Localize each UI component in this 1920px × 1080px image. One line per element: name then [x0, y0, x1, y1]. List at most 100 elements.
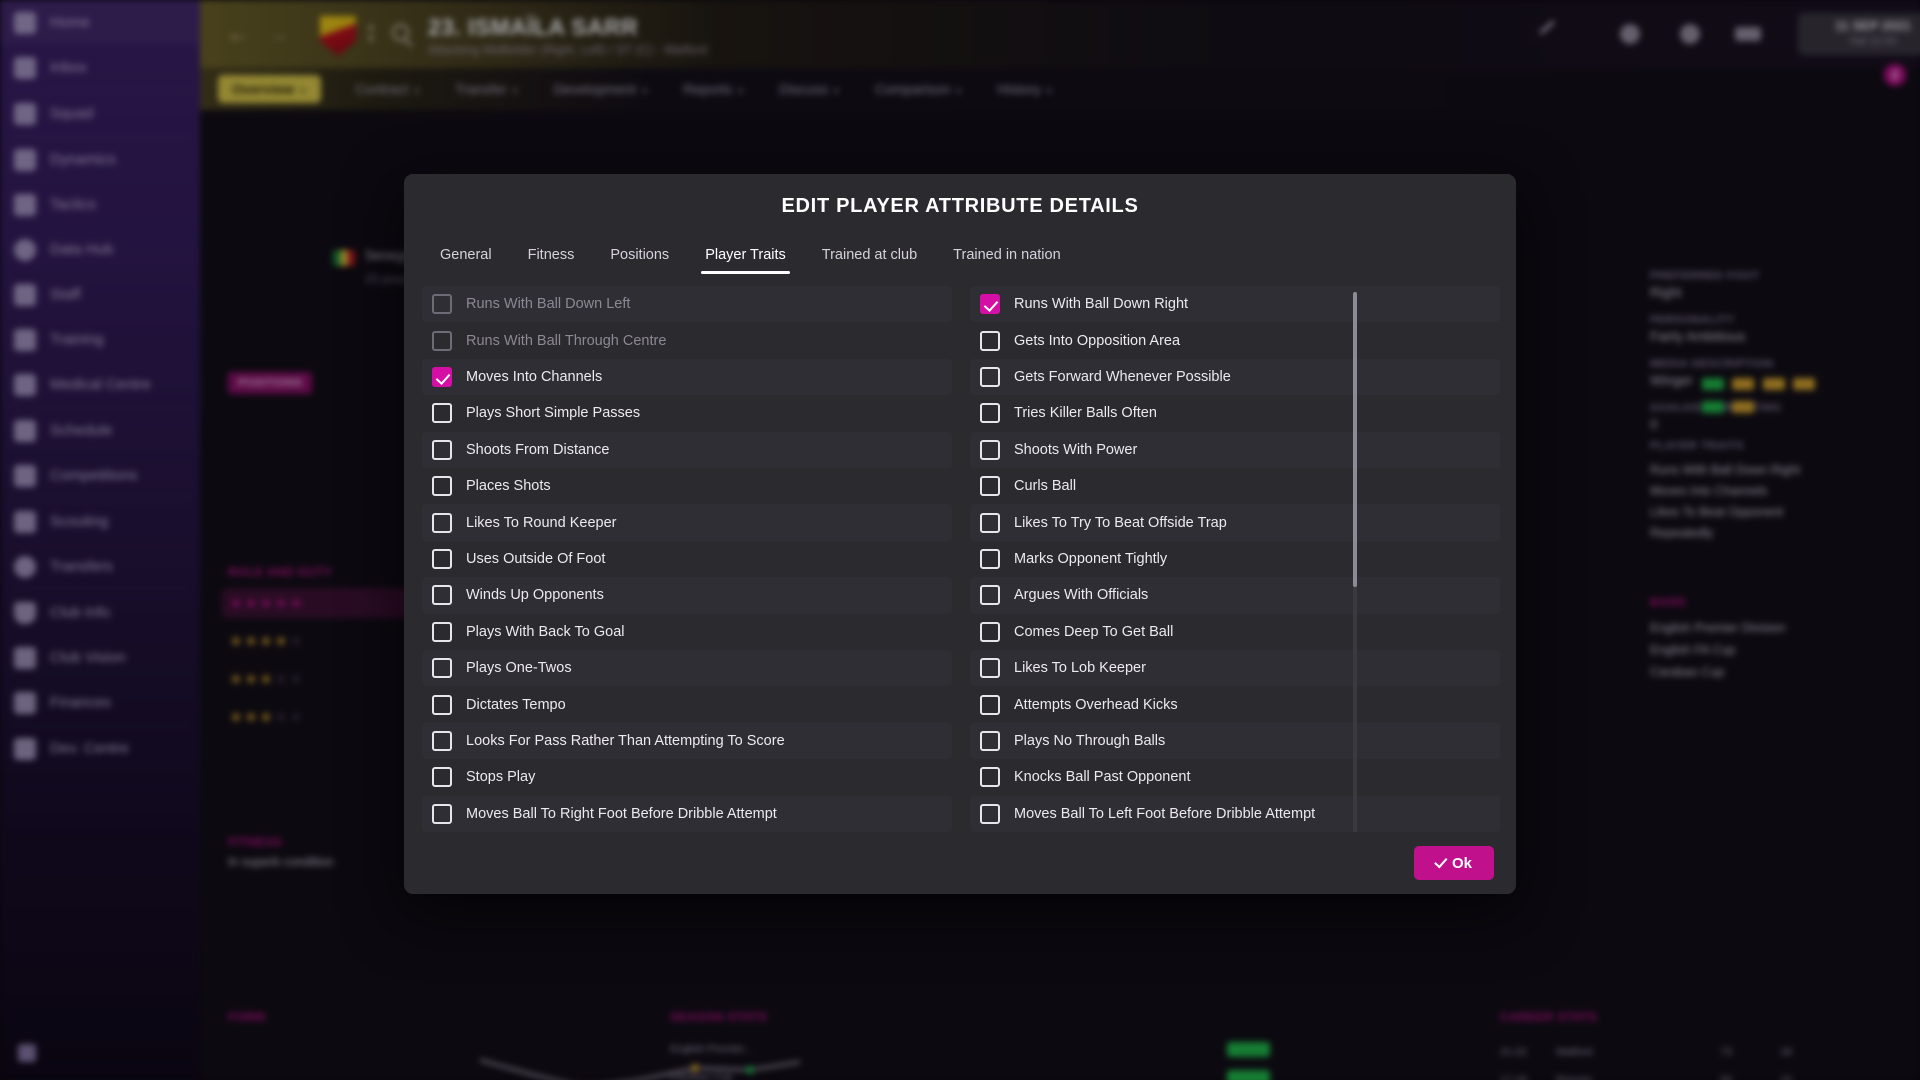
trait-label: Places Shots [466, 478, 551, 495]
trait-row[interactable]: Plays With Back To Goal [422, 614, 952, 650]
trait-checkbox[interactable] [432, 585, 452, 606]
trait-row[interactable]: Uses Outside Of Foot [422, 541, 952, 577]
tab-trained-in-nation[interactable]: Trained in nation [935, 247, 1078, 274]
trait-checkbox[interactable] [980, 803, 1000, 824]
trait-checkbox[interactable] [432, 367, 452, 388]
tab-fitness[interactable]: Fitness [510, 247, 593, 274]
trait-checkbox[interactable] [980, 330, 1000, 351]
trait-label: Comes Deep To Get Ball [1014, 623, 1174, 640]
trait-row[interactable]: Moves Ball To Right Foot Before Dribble … [422, 795, 952, 832]
trait-checkbox[interactable] [980, 658, 1000, 679]
trait-row[interactable]: Looks For Pass Rather Than Attempting To… [422, 722, 952, 760]
trait-checkbox[interactable] [980, 621, 1000, 642]
trait-row[interactable]: Dictates Tempo [422, 686, 952, 722]
trait-label: Dictates Tempo [466, 696, 566, 713]
tab-label: Fitness [527, 247, 575, 263]
tab-label: Player Traits [705, 247, 786, 263]
trait-row[interactable]: Shoots From Distance [422, 431, 952, 469]
trait-checkbox[interactable] [432, 803, 452, 824]
trait-checkbox[interactable] [432, 330, 452, 351]
trait-row[interactable]: Curls Ball [970, 468, 1500, 504]
trait-column-right: Runs With Ball Down Right Gets Into Oppos… [970, 286, 1500, 832]
trait-row[interactable]: Runs With Ball Through Centre [422, 322, 952, 358]
trait-label: Knocks Ball Past Opponent [1014, 769, 1191, 786]
trait-checkbox[interactable] [432, 549, 452, 570]
trait-label: Stops Play [466, 769, 536, 786]
trait-row[interactable]: Knocks Ball Past Opponent [970, 759, 1500, 795]
trait-row[interactable]: Argues With Officials [970, 577, 1500, 614]
tab-label: Trained at club [821, 247, 918, 263]
dialog-title: EDIT PLAYER ATTRIBUTE DETAILS [781, 195, 1139, 217]
trait-checkbox[interactable] [432, 694, 452, 715]
trait-row[interactable]: Moves Ball To Left Foot Before Dribble A… [970, 795, 1500, 832]
trait-row[interactable]: Likes To Lob Keeper [970, 650, 1500, 687]
trait-label: Moves Ball To Right Foot Before Dribble … [466, 805, 777, 822]
trait-row[interactable]: Comes Deep To Get Ball [970, 614, 1500, 650]
traits-scrollbar[interactable] [1353, 292, 1357, 832]
application-window: Home Inbox Squad Dynamics Tactics Data Hub Sta… [0, 0, 1920, 1080]
trait-checkbox[interactable] [432, 403, 452, 424]
trait-row[interactable]: Tries Killer Balls Often [970, 395, 1500, 431]
trait-checkbox[interactable] [980, 512, 1000, 533]
trait-label: Runs With Ball Through Centre [466, 332, 667, 349]
tab-positions[interactable]: Positions [592, 247, 687, 274]
trait-row[interactable]: Gets Into Opposition Area [970, 322, 1500, 358]
trait-label: Tries Killer Balls Often [1014, 405, 1157, 422]
trait-row[interactable]: Likes To Round Keeper [422, 504, 952, 541]
trait-checkbox[interactable] [432, 512, 452, 533]
trait-label: Shoots With Power [1014, 441, 1138, 458]
trait-checkbox[interactable] [980, 367, 1000, 388]
trait-row[interactable]: Runs With Ball Down Right [970, 286, 1500, 323]
trait-checkbox[interactable] [980, 694, 1000, 715]
trait-row[interactable]: Marks Opponent Tightly [970, 541, 1500, 577]
tab-player-traits[interactable]: Player Traits [687, 247, 804, 274]
trait-row[interactable]: Winds Up Opponents [422, 577, 952, 614]
tab-general[interactable]: General [422, 247, 510, 274]
dialog-footer: Ok [404, 832, 1516, 894]
trait-checkbox[interactable] [980, 439, 1000, 460]
trait-checkbox[interactable] [980, 403, 1000, 424]
trait-checkbox[interactable] [432, 658, 452, 679]
trait-row[interactable]: Stops Play [422, 759, 952, 795]
trait-label: Argues With Officials [1014, 587, 1149, 604]
trait-checkbox[interactable] [980, 767, 1000, 788]
trait-row[interactable]: Gets Forward Whenever Possible [970, 358, 1500, 396]
trait-checkbox[interactable] [980, 585, 1000, 606]
traits-scrollbar-thumb[interactable] [1353, 292, 1357, 587]
trait-row[interactable]: Likes To Try To Beat Offside Trap [970, 504, 1500, 541]
trait-row[interactable]: Runs With Ball Down Left [422, 286, 952, 323]
trait-row[interactable]: Plays Short Simple Passes [422, 395, 952, 431]
trait-label: Marks Opponent Tightly [1014, 551, 1168, 568]
trait-row[interactable]: Plays One-Twos [422, 650, 952, 687]
trait-checkbox[interactable] [980, 476, 1000, 497]
trait-label: Runs With Ball Down Left [466, 296, 631, 313]
trait-checkbox[interactable] [432, 476, 452, 497]
trait-checkbox[interactable] [432, 767, 452, 788]
dialog-tab-bar: General Fitness Positions Player Traits Trai… [404, 234, 1516, 274]
trait-row[interactable]: Plays No Through Balls [970, 722, 1500, 760]
dialog-body: Runs With Ball Down Left Runs With Ball T… [404, 274, 1516, 832]
trait-checkbox[interactable] [432, 731, 452, 752]
trait-checkbox[interactable] [432, 294, 452, 315]
trait-label: Attempts Overhead Kicks [1014, 696, 1178, 713]
tab-trained-at-club[interactable]: Trained at club [804, 247, 935, 274]
trait-checkbox[interactable] [980, 294, 1000, 315]
trait-row[interactable]: Shoots With Power [970, 431, 1500, 469]
trait-checkbox[interactable] [432, 621, 452, 642]
trait-row[interactable]: Moves Into Channels [422, 358, 952, 396]
ok-button[interactable]: Ok [1414, 846, 1494, 880]
trait-label: Runs With Ball Down Right [1014, 296, 1189, 313]
check-icon [1434, 854, 1448, 869]
trait-label: Plays One-Twos [466, 660, 572, 677]
tab-label: General [440, 247, 492, 263]
trait-label: Plays No Through Balls [1014, 733, 1166, 750]
trait-label: Moves Into Channels [466, 369, 603, 386]
trait-row[interactable]: Places Shots [422, 468, 952, 504]
tab-label: Trained in nation [953, 247, 1061, 263]
trait-label: Likes To Lob Keeper [1014, 660, 1146, 677]
trait-row[interactable]: Attempts Overhead Kicks [970, 686, 1500, 722]
trait-checkbox[interactable] [980, 731, 1000, 752]
trait-checkbox[interactable] [980, 549, 1000, 570]
trait-checkbox[interactable] [432, 439, 452, 460]
trait-label: Winds Up Opponents [466, 587, 604, 604]
